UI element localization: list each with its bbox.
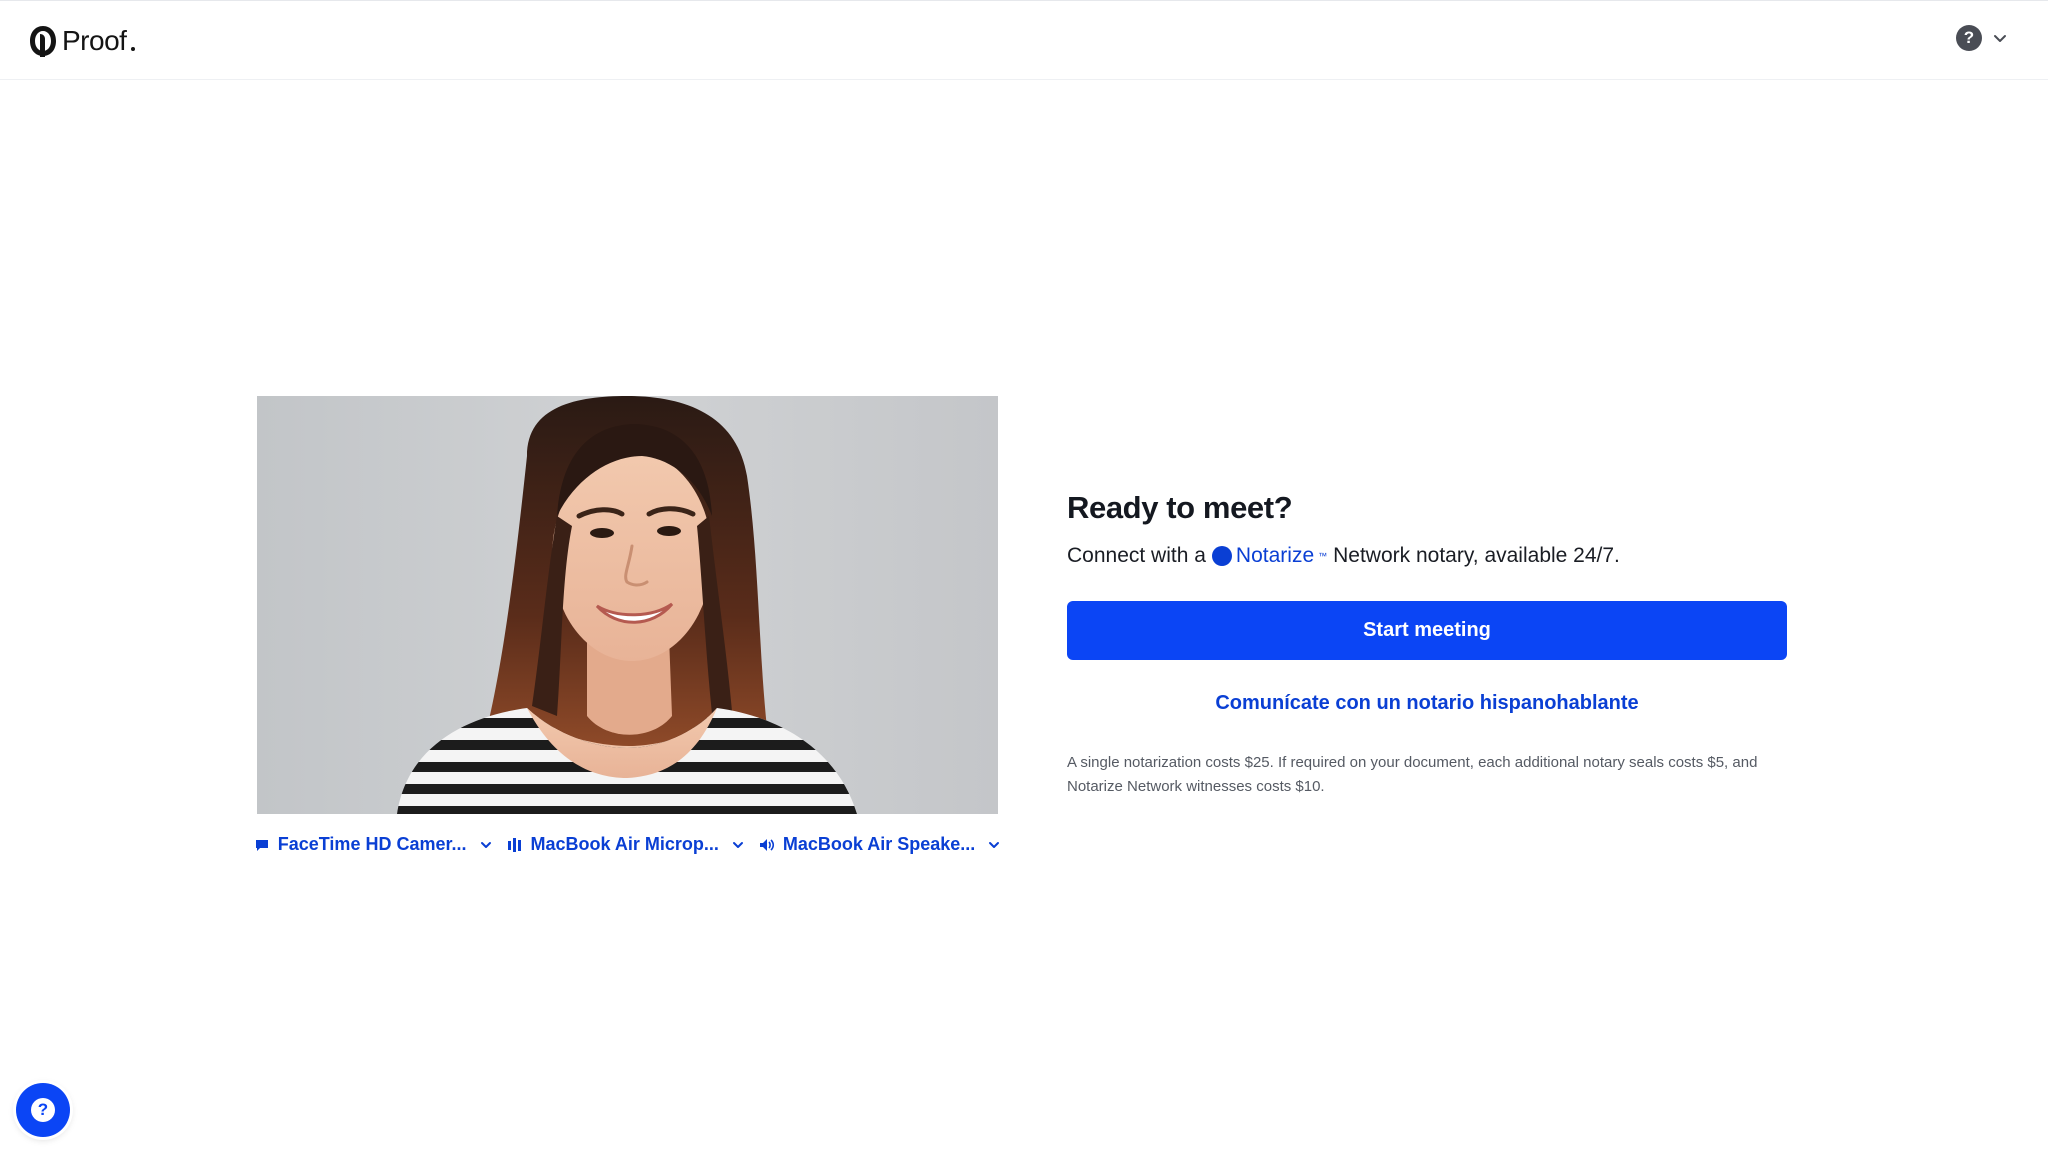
top-bar: Proof ? (0, 0, 2048, 80)
camera-label: FaceTime HD Camer... (277, 834, 467, 854)
microphone-select[interactable]: MacBook Air Microp... (507, 834, 745, 855)
meeting-panel: Ready to meet? Connect with a Notarize ™ … (1067, 490, 1787, 814)
help-menu[interactable]: ? (1956, 25, 2008, 51)
chevron-down-icon (1994, 35, 2006, 42)
camera-icon (255, 839, 268, 851)
support-chat-button[interactable]: ? (16, 1083, 70, 1137)
microphone-icon (507, 837, 521, 852)
webcam-preview (257, 396, 998, 814)
camera-select[interactable]: FaceTime HD Camer... (254, 834, 493, 855)
speaker-select[interactable]: MacBook Air Speake... (759, 834, 1001, 855)
notarize-brand-name: Notarize (1235, 544, 1315, 567)
microphone-label: MacBook Air Microp... (530, 834, 719, 854)
pricing-fine-print: A single notarization costs $25. If requ… (1067, 754, 1758, 795)
question-circle-icon: ? (1956, 25, 1982, 51)
start-meeting-button[interactable]: Start meeting (1067, 601, 1787, 660)
proof-logo-icon (30, 26, 56, 57)
spanish-notary-link[interactable]: Comunícate con un notario hispanohablant… (1067, 692, 1787, 715)
chevron-down-icon (732, 841, 743, 848)
subtitle: Connect with a Notarize ™ Network notary,… (1067, 544, 1787, 568)
chevron-down-icon (480, 841, 491, 848)
logo-dot (131, 47, 136, 51)
webcam-preview-image (257, 396, 998, 814)
page-title: Ready to meet? (1067, 490, 1293, 525)
chevron-down-icon (989, 841, 1000, 848)
notarize-brand: Notarize ™ (1211, 544, 1328, 568)
help-bubble-icon: ? (31, 1098, 55, 1122)
subtitle-prefix: Connect with a (1067, 544, 1206, 567)
speaker-icon (759, 838, 774, 851)
proof-logo[interactable]: Proof (28, 22, 136, 60)
trademark-mark: ™ (1318, 551, 1328, 561)
notarize-logo-icon (1211, 546, 1232, 566)
logo-text: Proof (62, 25, 127, 56)
device-selectors: FaceTime HD Camer... MacBook Air Microp.… (254, 834, 1001, 855)
speaker-label: MacBook Air Speake... (782, 834, 976, 854)
subtitle-suffix: Network notary, available 24/7. (1333, 544, 1620, 567)
